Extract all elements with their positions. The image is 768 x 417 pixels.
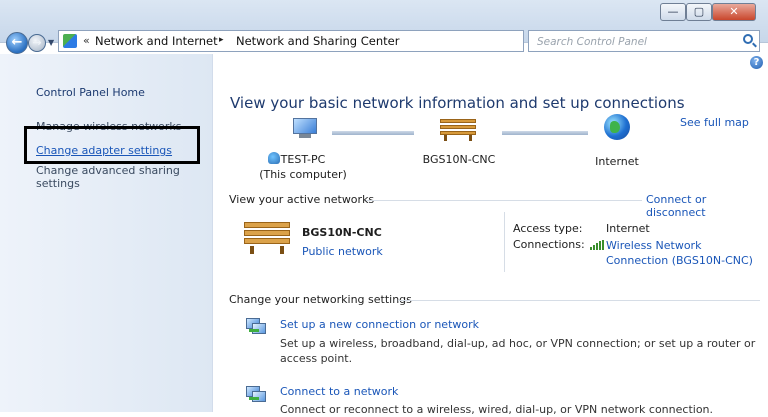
forward-button[interactable]: → bbox=[28, 34, 46, 52]
control-panel-icon bbox=[63, 34, 77, 48]
see-full-map-link[interactable]: See full map bbox=[680, 116, 749, 129]
search-input[interactable] bbox=[535, 34, 739, 50]
task-description: Connect or reconnect to a wireless, wire… bbox=[280, 403, 714, 416]
overflow-chevron-icon[interactable]: « bbox=[83, 34, 90, 47]
active-networks-heading: View your active networks bbox=[229, 193, 375, 206]
network-bench-icon bbox=[244, 218, 290, 254]
forward-arrow-icon: → bbox=[32, 36, 42, 49]
help-icon[interactable]: ? bbox=[750, 56, 763, 69]
highlight-box bbox=[24, 126, 200, 164]
active-network-name: BGS10N-CNC bbox=[302, 226, 382, 239]
connection-line bbox=[502, 131, 588, 135]
search-icon[interactable] bbox=[743, 34, 753, 44]
internet-node-label: Internet bbox=[595, 155, 639, 168]
connect-or-disconnect-link[interactable]: Connect or disconnect bbox=[646, 193, 768, 219]
divider bbox=[366, 200, 642, 201]
wireless-connection-link[interactable]: Wireless Network Connection (BGS10N-CNC) bbox=[606, 238, 766, 268]
address-bar[interactable]: « Network and Internet ▸ Network and Sha… bbox=[58, 30, 572, 52]
new-connection-icon bbox=[246, 318, 266, 334]
computer-subtitle: (This computer) bbox=[259, 168, 347, 181]
sidebar-item-advanced-sharing[interactable]: Change advanced sharing settings bbox=[36, 164, 186, 190]
networking-settings-heading: Change your networking settings bbox=[229, 293, 412, 306]
sidebar: Control Panel Home Manage wireless netwo… bbox=[0, 54, 213, 412]
recent-pages-dropdown-icon[interactable]: ▼ bbox=[48, 38, 54, 47]
breadcrumb-network-sharing-center[interactable]: Network and Sharing Center bbox=[236, 34, 399, 48]
network-node-label: BGS10N-CNC bbox=[422, 153, 496, 166]
minimize-button[interactable]: — bbox=[660, 3, 686, 21]
connect-to-network-link[interactable]: Connect to a network bbox=[280, 385, 398, 398]
network-bench-icon bbox=[440, 117, 476, 141]
maximize-button[interactable]: ▢ bbox=[686, 3, 712, 21]
sidebar-item-control-panel-home[interactable]: Control Panel Home bbox=[36, 86, 145, 99]
computer-icon bbox=[290, 116, 320, 140]
back-button[interactable]: ← bbox=[6, 32, 28, 54]
access-type-value: Internet bbox=[606, 222, 650, 235]
page-title: View your basic network information and … bbox=[230, 94, 685, 112]
back-arrow-icon: ← bbox=[11, 35, 23, 50]
computer-name: TEST-PC bbox=[280, 153, 326, 166]
connections-label: Connections: bbox=[513, 238, 585, 251]
connect-network-icon bbox=[246, 386, 266, 402]
divider bbox=[504, 212, 505, 272]
network-type-link[interactable]: Public network bbox=[302, 245, 383, 258]
connection-line bbox=[332, 131, 414, 135]
breadcrumb-network-and-internet[interactable]: Network and Internet bbox=[95, 34, 218, 48]
divider bbox=[398, 300, 760, 301]
wireless-signal-icon bbox=[590, 240, 604, 250]
breadcrumb-separator-icon[interactable]: ▸ bbox=[219, 35, 224, 45]
access-type-label: Access type: bbox=[513, 222, 583, 235]
setup-new-connection-link[interactable]: Set up a new connection or network bbox=[280, 318, 479, 331]
task-description: Set up a wireless, broadband, dial-up, a… bbox=[280, 337, 756, 365]
close-button[interactable]: ✕ bbox=[712, 3, 756, 21]
internet-globe-icon bbox=[604, 114, 630, 140]
search-box[interactable] bbox=[528, 30, 760, 52]
